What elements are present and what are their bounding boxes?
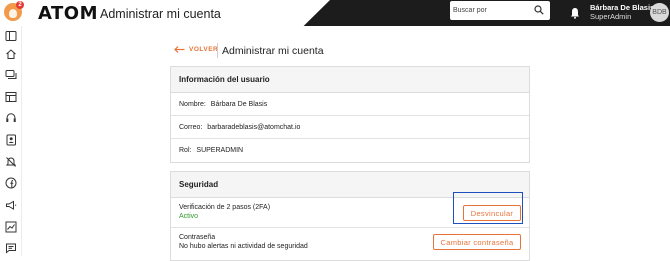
password-title: Contraseña [179, 234, 216, 241]
notification-count-badge: 2 [16, 1, 24, 9]
change-password-button[interactable]: Cambiar contraseña [433, 234, 521, 250]
home-icon[interactable] [5, 48, 17, 60]
table-icon[interactable] [5, 91, 17, 103]
name-value: Bárbara De Blasis [210, 101, 268, 108]
arrow-left-icon [174, 46, 185, 53]
panel-icon[interactable] [5, 30, 17, 42]
contacts-icon[interactable] [5, 134, 17, 146]
twofa-status: Activo [179, 213, 199, 220]
focus-highlight [453, 192, 523, 224]
megaphone-icon[interactable] [5, 199, 17, 211]
no-notifications-icon[interactable] [5, 156, 17, 168]
role-label: Rol: [179, 147, 192, 154]
twofa-title: Verificación de 2 pasos (2FA) [179, 204, 271, 211]
messages-icon[interactable] [5, 242, 17, 254]
back-button[interactable]: VOLVER [174, 46, 218, 53]
name-row: Nombre: Bárbara De Blasis [171, 93, 529, 116]
facebook-icon[interactable] [5, 177, 17, 189]
brand-logo[interactable]: ATOM [38, 3, 98, 24]
role-row: Rol: SUPERADMIN [171, 139, 529, 162]
app-title: Administrar mi cuenta [100, 7, 221, 21]
user-name[interactable]: Bárbara De Blasis [590, 3, 654, 12]
search-icon[interactable] [534, 5, 544, 15]
headset-icon[interactable] [5, 112, 17, 124]
user-info-title: Información del usuario [171, 67, 529, 93]
avatar[interactable]: BDB [650, 3, 669, 22]
back-label: VOLVER [189, 46, 219, 53]
password-row: Contraseña No hubo alertas ni actividad … [171, 228, 529, 258]
bell-icon[interactable] [570, 7, 580, 19]
sidebar [0, 26, 22, 256]
chart-icon[interactable] [5, 221, 17, 233]
user-info-card: Información del usuario Nombre: Bárbara … [170, 66, 530, 163]
page-title: Administrar mi cuenta [222, 45, 324, 57]
email-row: Correo: barbaradeblasis@atomchat.io [171, 116, 529, 139]
name-label: Nombre: [179, 101, 206, 108]
email-label: Correo: [179, 124, 203, 131]
header-divider [217, 43, 218, 58]
chat-icon[interactable] [5, 69, 17, 81]
password-note: No hubo alertas ni actividad de segurida… [179, 243, 308, 250]
search-box[interactable] [450, 1, 550, 20]
user-role: SuperAdmin [590, 12, 632, 21]
role-value: SUPERADMIN [196, 147, 244, 154]
search-input[interactable] [453, 4, 535, 17]
email-value: barbaradeblasis@atomchat.io [207, 124, 301, 131]
top-bar: 2 ATOM Administrar mi cuenta Bárbara De … [0, 0, 670, 26]
